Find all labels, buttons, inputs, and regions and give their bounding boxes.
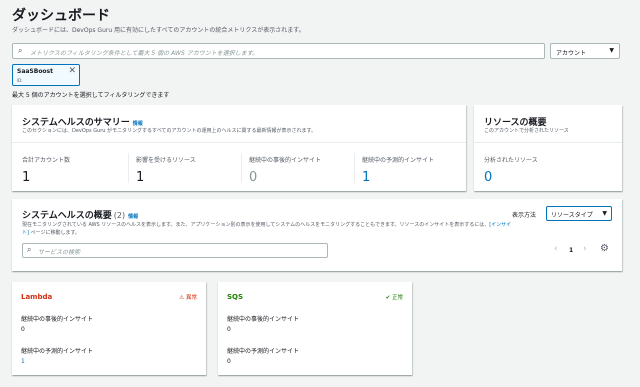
account-token-name: SaaSBoost [17, 68, 53, 75]
stat-label: 分析されたリソース [484, 157, 538, 164]
status-badge: ⚠ 異常 [179, 295, 197, 301]
stat-total-accounts: 合計アカウント数 1 [22, 155, 70, 185]
reactive-label: 継続中の事後的インサイト [21, 316, 94, 323]
display-method-label: 表示方法 [512, 212, 537, 219]
account-token-id: ID: [17, 78, 23, 83]
service-card-lambda[interactable]: Lambda ⚠ 異常 継続中の事後的インサイト 0 継続中の予測的インサイト … [12, 282, 206, 375]
resource-overview-description: このアカウントで分析されたリソース [484, 128, 569, 134]
account-select[interactable]: アカウント ▼ [550, 43, 620, 59]
reactive-value: 0 [227, 326, 231, 333]
filter-note: 最大 5 個のアカウントを選択してフィルタリングできます [12, 92, 170, 99]
divider [241, 153, 242, 183]
stat-value: 1 [22, 170, 31, 185]
stat-value: 0 [249, 170, 258, 185]
overview-info-link[interactable]: 情報 [128, 214, 138, 220]
stat-label: 影響を受けるリソース [136, 157, 196, 164]
divider [354, 153, 355, 183]
chevron-left-icon[interactable]: ‹ [554, 244, 558, 254]
stat-proactive-insights: 継続中の予測的インサイト 1 [362, 155, 434, 185]
stat-value-link[interactable]: 1 [362, 170, 434, 185]
account-filter-input[interactable]: ⌕ メトリクスのフィルタリング条件として最大 5 個の AWS アカウントを選択… [12, 43, 545, 59]
status-badge: ✔ 正常 [385, 295, 403, 301]
proactive-value: 0 [227, 358, 231, 365]
reactive-value: 0 [21, 326, 25, 333]
overview-title: システムヘルスの概要 (2) 情報 [22, 211, 139, 221]
page-number[interactable]: 1 [569, 247, 573, 254]
stat-label: 合計アカウント数 [22, 157, 71, 164]
reactive-label: 継続中の事後的インサイト [227, 316, 300, 323]
caret-down-icon: ▼ [602, 210, 607, 217]
stat-label: 継続中の事後的インサイト [249, 157, 322, 164]
account-filter-placeholder: メトリクスのフィルタリング条件として最大 5 個の AWS アカウントを選択しま… [30, 50, 259, 57]
system-health-overview-card: システムヘルスの概要 (2) 情報 現在モニタリングされている AWS リソースのヘ… [12, 199, 622, 271]
resource-overview-card: リソースの概要 このアカウントで分析されたリソース 分析されたリソース 0 [474, 105, 622, 191]
warning-icon: ⚠ [179, 295, 185, 301]
gear-icon[interactable]: ⚙ [600, 243, 609, 254]
page-title: ダッシュボード [12, 8, 110, 24]
service-name[interactable]: Lambda [21, 293, 52, 301]
proactive-label: 継続中の予測的インサイト [21, 348, 94, 355]
service-name[interactable]: SQS [227, 293, 243, 301]
system-health-summary-card: システムヘルスのサマリー 情報 このセクションには、DevOps Guru がモニ… [12, 105, 466, 191]
stat-label: 継続中の予測的インサイト [362, 157, 435, 164]
display-method-select[interactable]: リソースタイプ ▼ [546, 206, 612, 221]
divider [474, 142, 622, 143]
account-select-label: アカウント [556, 50, 587, 57]
overview-count: (2) [113, 211, 126, 220]
chevron-right-icon[interactable]: › [583, 244, 587, 254]
stat-value-link[interactable]: 0 [484, 170, 538, 185]
search-icon: ⌕ [18, 46, 23, 55]
proactive-label: 継続中の予測的インサイト [227, 348, 300, 355]
divider [12, 142, 466, 143]
summary-description: このセクションには、DevOps Guru がモニタリングするすべてのアカウント… [22, 128, 317, 134]
caret-down-icon: ▼ [609, 47, 614, 54]
display-method-value: リソースタイプ [551, 212, 593, 219]
service-search-placeholder: サービスの検索 [38, 249, 81, 256]
page-subtitle: ダッシュボードには、DevOps Guru 用に有効にしたすべてのアカウントの統… [12, 27, 305, 34]
service-search-input[interactable]: ⌕ サービスの検索 [22, 243, 328, 258]
stat-value: 1 [136, 170, 145, 185]
stat-reactive-insights: 継続中の事後的インサイト 0 [249, 155, 321, 185]
divider [128, 153, 129, 183]
service-card-sqs[interactable]: SQS ✔ 正常 継続中の事後的インサイト 0 継続中の予測的インサイト 0 [218, 282, 412, 375]
search-icon: ⌕ [27, 245, 32, 254]
close-icon[interactable]: ✕ [68, 66, 76, 76]
proactive-value-link[interactable]: 1 [21, 358, 25, 365]
overview-description: 現在モニタリングされている AWS リソースのヘルスを表示します。また、アプリケ… [22, 222, 512, 236]
stat-analyzed-resources: 分析されたリソース 0 [484, 155, 538, 185]
account-token: SaaSBoost ID: ✕ [12, 64, 80, 86]
stat-affected-resources: 影響を受けるリソース 1 [136, 155, 196, 185]
check-circle-icon: ✔ [385, 295, 391, 301]
